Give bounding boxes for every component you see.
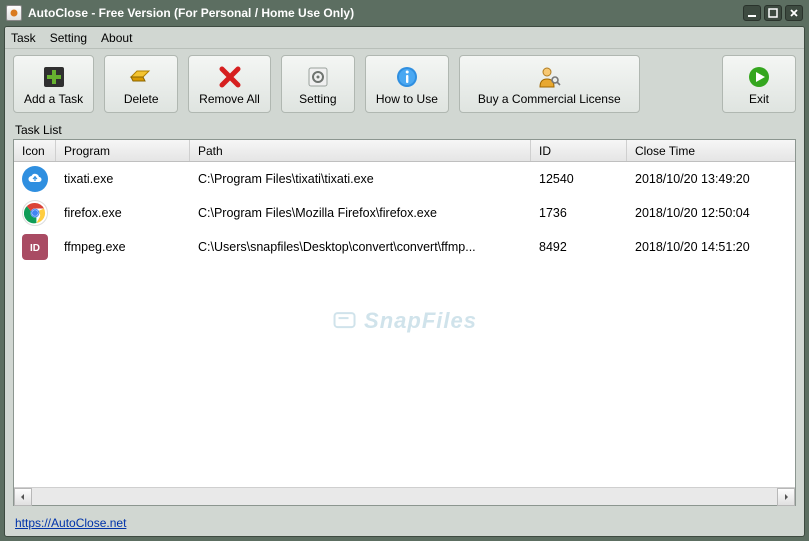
cell-program: tixati.exe bbox=[56, 172, 190, 186]
exit-icon bbox=[745, 64, 773, 90]
col-header-time[interactable]: Close Time bbox=[627, 140, 795, 161]
cell-time: 2018/10/20 14:51:20 bbox=[627, 240, 795, 254]
website-link[interactable]: https://AutoClose.net bbox=[15, 516, 126, 530]
cell-time: 2018/10/20 13:49:20 bbox=[627, 172, 795, 186]
scroll-left-button[interactable] bbox=[14, 488, 32, 506]
chrome-icon bbox=[22, 200, 48, 226]
eraser-icon bbox=[127, 64, 155, 90]
cell-id: 8492 bbox=[531, 240, 627, 254]
cell-path: C:\Program Files\Mozilla Firefox\firefox… bbox=[190, 206, 531, 220]
cell-program: firefox.exe bbox=[56, 206, 190, 220]
id-icon: ID bbox=[22, 234, 48, 260]
setting-label: Setting bbox=[299, 92, 336, 106]
cell-path: C:\Program Files\tixati\tixati.exe bbox=[190, 172, 531, 186]
cell-time: 2018/10/20 12:50:04 bbox=[627, 206, 795, 220]
task-grid: Icon Program Path ID Close Time SnapFile… bbox=[13, 139, 796, 506]
info-icon bbox=[393, 64, 421, 90]
remove-all-button[interactable]: Remove All bbox=[188, 55, 271, 113]
delete-label: Delete bbox=[124, 92, 159, 106]
buy-license-label: Buy a Commercial License bbox=[478, 92, 621, 106]
how-to-use-button[interactable]: How to Use bbox=[365, 55, 449, 113]
scroll-track[interactable] bbox=[32, 488, 777, 505]
x-icon bbox=[216, 64, 244, 90]
table-row[interactable]: tixati.exe C:\Program Files\tixati\tixat… bbox=[14, 162, 795, 196]
footer: https://AutoClose.net bbox=[5, 512, 804, 536]
table-row[interactable]: ID ffmpeg.exe C:\Users\snapfiles\Desktop… bbox=[14, 230, 795, 264]
add-task-button[interactable]: Add a Task bbox=[13, 55, 94, 113]
window-body: Task Setting About Add a Task Delete bbox=[4, 26, 805, 537]
minimize-button[interactable] bbox=[743, 5, 761, 21]
buy-license-button[interactable]: Buy a Commercial License bbox=[459, 55, 640, 113]
plus-icon bbox=[40, 64, 68, 90]
scroll-right-button[interactable] bbox=[777, 488, 795, 506]
watermark: SnapFiles bbox=[332, 308, 477, 334]
col-header-program[interactable]: Program bbox=[56, 140, 190, 161]
setting-button[interactable]: Setting bbox=[281, 55, 355, 113]
cell-id: 12540 bbox=[531, 172, 627, 186]
cell-id: 1736 bbox=[531, 206, 627, 220]
window-title: AutoClose - Free Version (For Personal /… bbox=[28, 6, 354, 20]
maximize-button[interactable] bbox=[764, 5, 782, 21]
task-list-label: Task List bbox=[5, 119, 804, 139]
col-header-id[interactable]: ID bbox=[531, 140, 627, 161]
col-header-icon[interactable]: Icon bbox=[14, 140, 56, 161]
menubar: Task Setting About bbox=[5, 27, 804, 49]
how-to-use-label: How to Use bbox=[376, 92, 438, 106]
close-button[interactable] bbox=[785, 5, 803, 21]
watermark-text: SnapFiles bbox=[364, 308, 477, 334]
menu-task[interactable]: Task bbox=[11, 31, 36, 45]
exit-label: Exit bbox=[749, 92, 769, 106]
exit-button[interactable]: Exit bbox=[722, 55, 796, 113]
app-icon bbox=[6, 5, 22, 21]
cell-program: ffmpeg.exe bbox=[56, 240, 190, 254]
gear-icon bbox=[304, 64, 332, 90]
svg-text:ID: ID bbox=[30, 243, 40, 254]
add-task-label: Add a Task bbox=[24, 92, 83, 106]
horizontal-scrollbar[interactable] bbox=[14, 487, 795, 505]
delete-button[interactable]: Delete bbox=[104, 55, 178, 113]
titlebar: AutoClose - Free Version (For Personal /… bbox=[0, 0, 809, 26]
user-key-icon bbox=[535, 64, 563, 90]
table-row[interactable]: firefox.exe C:\Program Files\Mozilla Fir… bbox=[14, 196, 795, 230]
remove-all-label: Remove All bbox=[199, 92, 260, 106]
grid-body[interactable]: SnapFiles tixati.exe C:\Program Files\ti… bbox=[14, 162, 795, 487]
cell-path: C:\Users\snapfiles\Desktop\convert\conve… bbox=[190, 240, 531, 254]
grid-header: Icon Program Path ID Close Time bbox=[14, 140, 795, 162]
cloud-icon bbox=[22, 166, 48, 192]
col-header-path[interactable]: Path bbox=[190, 140, 531, 161]
toolbar: Add a Task Delete Remove All bbox=[5, 49, 804, 119]
menu-about[interactable]: About bbox=[101, 31, 132, 45]
menu-setting[interactable]: Setting bbox=[50, 31, 87, 45]
